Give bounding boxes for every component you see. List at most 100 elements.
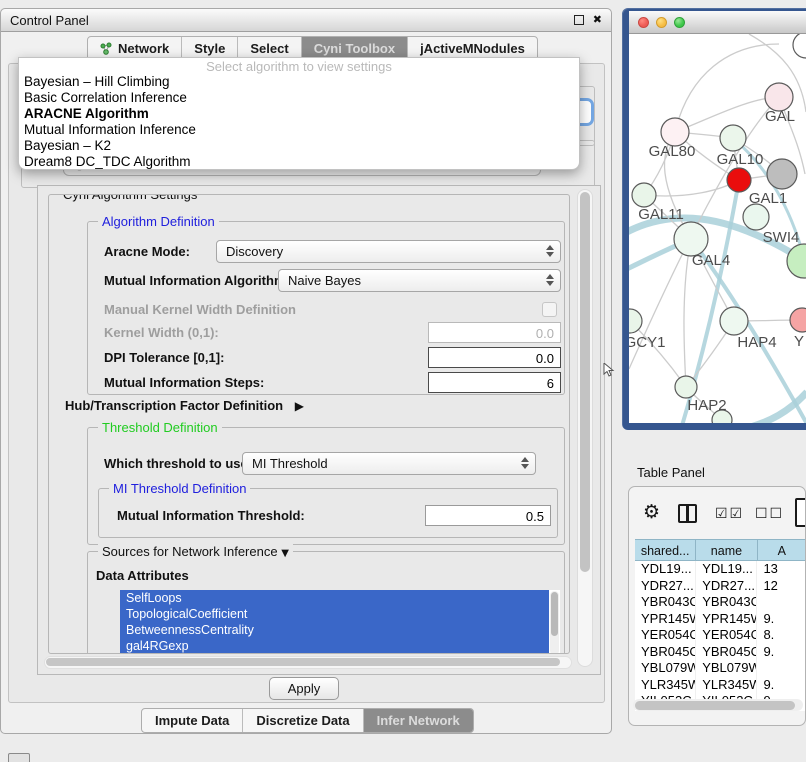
settings-vertical-scrollbar[interactable] bbox=[577, 189, 593, 667]
table-cell: 9. bbox=[757, 644, 806, 661]
algorithm-option-bayesian-hill-climbing[interactable]: Bayesian – Hill Climbing bbox=[19, 74, 579, 90]
float-window-icon[interactable] bbox=[574, 15, 584, 25]
apply-button[interactable]: Apply bbox=[269, 677, 339, 700]
attribute-item-gal4rgexp[interactable]: gal4RGexp bbox=[120, 638, 549, 654]
mi-threshold-field[interactable]: 0.5 bbox=[425, 505, 551, 526]
bottom-tab-discretize-data[interactable]: Discretize Data bbox=[242, 709, 362, 732]
network-window-titlebar[interactable] bbox=[629, 11, 806, 34]
network-canvas[interactable]: GALGAL80GAL10GAL1GAL11SWI4GAL4GCY1HAP4YH… bbox=[629, 34, 806, 423]
data-attributes-label: Data Attributes bbox=[96, 568, 189, 583]
data-attributes-list[interactable]: SelfLoopsTopologicalCoefficientBetweenne… bbox=[120, 590, 560, 654]
table-cell: 8. bbox=[757, 627, 806, 644]
sources-title[interactable]: Sources for Network Inference ▼ bbox=[98, 544, 293, 559]
close-traffic-light-icon[interactable] bbox=[638, 17, 649, 28]
threshold-definition-title: Threshold Definition bbox=[98, 420, 222, 435]
network-edge[interactable] bbox=[675, 44, 779, 132]
network-node[interactable] bbox=[767, 159, 797, 189]
sources-group: Sources for Network Inference ▼ Data Att… bbox=[87, 551, 565, 654]
attribute-item-selfloops[interactable]: SelfLoops bbox=[120, 590, 549, 606]
algorithm-option-dream8-dc-tdc-algorithm[interactable]: Dream8 DC_TDC Algorithm bbox=[19, 154, 579, 170]
hub-tf-definition-label: Hub/Transcription Factor Definition bbox=[65, 398, 283, 413]
network-node-gcy1[interactable] bbox=[629, 309, 642, 333]
manual-kernel-checkbox[interactable] bbox=[542, 302, 557, 317]
aracne-mode-label: Aracne Mode: bbox=[104, 240, 190, 263]
node-label-gal: GAL bbox=[765, 108, 795, 125]
table-cell: YDL19... bbox=[696, 561, 757, 578]
network-edge[interactable] bbox=[644, 180, 739, 196]
table-row[interactable]: YPR145WYPR145W9. bbox=[635, 611, 806, 628]
table-row[interactable]: YBR045CYBR045C9. bbox=[635, 644, 806, 661]
settings-horizontal-scrollbar[interactable] bbox=[44, 656, 572, 669]
network-node-gal4[interactable] bbox=[674, 222, 708, 256]
network-graph: GALGAL80GAL10GAL1GAL11SWI4GAL4GCY1HAP4YH… bbox=[629, 34, 806, 423]
table-cell: YLR345W bbox=[635, 677, 696, 694]
kernel-width-field[interactable]: 0.0 bbox=[428, 322, 561, 343]
network-node-y[interactable] bbox=[790, 308, 806, 332]
close-icon[interactable]: ✖ bbox=[593, 15, 602, 25]
stepper-icon bbox=[546, 274, 554, 286]
algorithm-option-bayesian-k2[interactable]: Bayesian – K2 bbox=[19, 138, 579, 154]
algorithm-option-basic-correlation-inference[interactable]: Basic Correlation Inference bbox=[19, 90, 579, 106]
mi-steps-field[interactable]: 6 bbox=[428, 372, 561, 393]
minimize-traffic-light-icon[interactable] bbox=[656, 17, 667, 28]
network-node-gal80[interactable] bbox=[661, 118, 689, 146]
table-row[interactable]: YER054CYER054C8. bbox=[635, 627, 806, 644]
cyni-algorithm-settings-group: Cyni Algorithm Settings Algorithm Defini… bbox=[48, 194, 570, 654]
hub-tf-definition-expander[interactable]: Hub/Transcription Factor Definition ▶ bbox=[65, 398, 304, 413]
table-row[interactable]: YDL19...YDL19...13 bbox=[635, 561, 806, 578]
table-cell: YPR145W bbox=[696, 611, 757, 628]
dpi-tolerance-field[interactable]: 0.0 bbox=[428, 347, 561, 368]
network-edge[interactable] bbox=[684, 239, 691, 387]
minimized-panel-icon[interactable] bbox=[8, 753, 30, 762]
network-node-swi4[interactable] bbox=[743, 204, 769, 230]
column-header-shared[interactable]: shared... bbox=[635, 539, 696, 561]
column-header-name[interactable]: name bbox=[696, 539, 757, 561]
mi-type-row: Mutual Information Algorithm Type: Naive… bbox=[88, 269, 564, 292]
network-node-gal11[interactable] bbox=[632, 183, 656, 207]
document-icon[interactable] bbox=[795, 498, 806, 527]
column-header-a[interactable]: A bbox=[758, 539, 806, 561]
zoom-traffic-light-icon[interactable] bbox=[674, 17, 685, 28]
select-none-unchecked-icon[interactable]: ☐☐ bbox=[755, 506, 784, 522]
attribute-item-betweennesscentrality[interactable]: BetweennessCentrality bbox=[120, 622, 549, 638]
table-row[interactable]: YBL079WYBL079W bbox=[635, 660, 806, 677]
table-row[interactable]: YDR27...YDR27...12 bbox=[635, 578, 806, 595]
network-node-hap4[interactable] bbox=[720, 307, 748, 335]
table-cell: YDR27... bbox=[696, 578, 757, 595]
network-node-hap2[interactable] bbox=[675, 376, 697, 398]
mi-type-combobox[interactable]: Naive Bayes bbox=[278, 269, 561, 292]
select-all-checked-icon[interactable]: ☑☑ bbox=[715, 506, 744, 522]
table-row[interactable]: YLR345WYLR345W9. bbox=[635, 677, 806, 694]
aracne-mode-combobox[interactable]: Discovery bbox=[216, 240, 561, 263]
table-panel-title: Table Panel bbox=[637, 465, 705, 480]
control-panel-titlebar[interactable]: Control Panel ✖ bbox=[1, 9, 611, 32]
bottom-tab-infer-network[interactable]: Infer Network bbox=[363, 709, 473, 732]
scrollbar-thumb[interactable] bbox=[635, 701, 795, 710]
table-cell: 12 bbox=[757, 578, 806, 595]
bottom-tab-impute-data[interactable]: Impute Data bbox=[142, 709, 242, 732]
network-node-gal1[interactable] bbox=[727, 168, 751, 192]
attributes-list-scrollbar[interactable] bbox=[550, 591, 559, 654]
settings-gear-icon[interactable]: ⚙ bbox=[643, 501, 660, 523]
node-label-gal80: GAL80 bbox=[649, 143, 696, 160]
which-threshold-combobox[interactable]: MI Threshold bbox=[242, 452, 536, 475]
network-edge[interactable] bbox=[630, 321, 686, 387]
algorithm-option-mutual-information-inference[interactable]: Mutual Information Inference bbox=[19, 122, 579, 138]
network-node-gal10[interactable] bbox=[720, 125, 746, 151]
stepper-icon bbox=[521, 457, 529, 469]
scrollbar-thumb[interactable] bbox=[580, 192, 590, 572]
attribute-item-topologicalcoefficient[interactable]: TopologicalCoefficient bbox=[120, 606, 549, 622]
screen: Control Panel ✖ NetworkStyleSelectCyni T… bbox=[0, 0, 806, 762]
node-label-gal1: GAL1 bbox=[749, 190, 787, 207]
table-horizontal-scrollbar[interactable] bbox=[633, 699, 803, 711]
table-cell: 9. bbox=[757, 677, 806, 694]
network-node-gal[interactable] bbox=[765, 83, 793, 111]
split-columns-icon[interactable] bbox=[678, 504, 697, 523]
network-node[interactable] bbox=[793, 34, 806, 58]
table-row[interactable]: YBR043CYBR043C bbox=[635, 594, 806, 611]
algorithm-option-aracne-algorithm[interactable]: ARACNE Algorithm bbox=[19, 106, 579, 122]
tab-label: Select bbox=[250, 41, 288, 56]
table-cell: YDL19... bbox=[635, 561, 696, 578]
scrollbar-thumb[interactable] bbox=[46, 658, 560, 666]
scrollbar-thumb[interactable] bbox=[551, 592, 558, 636]
